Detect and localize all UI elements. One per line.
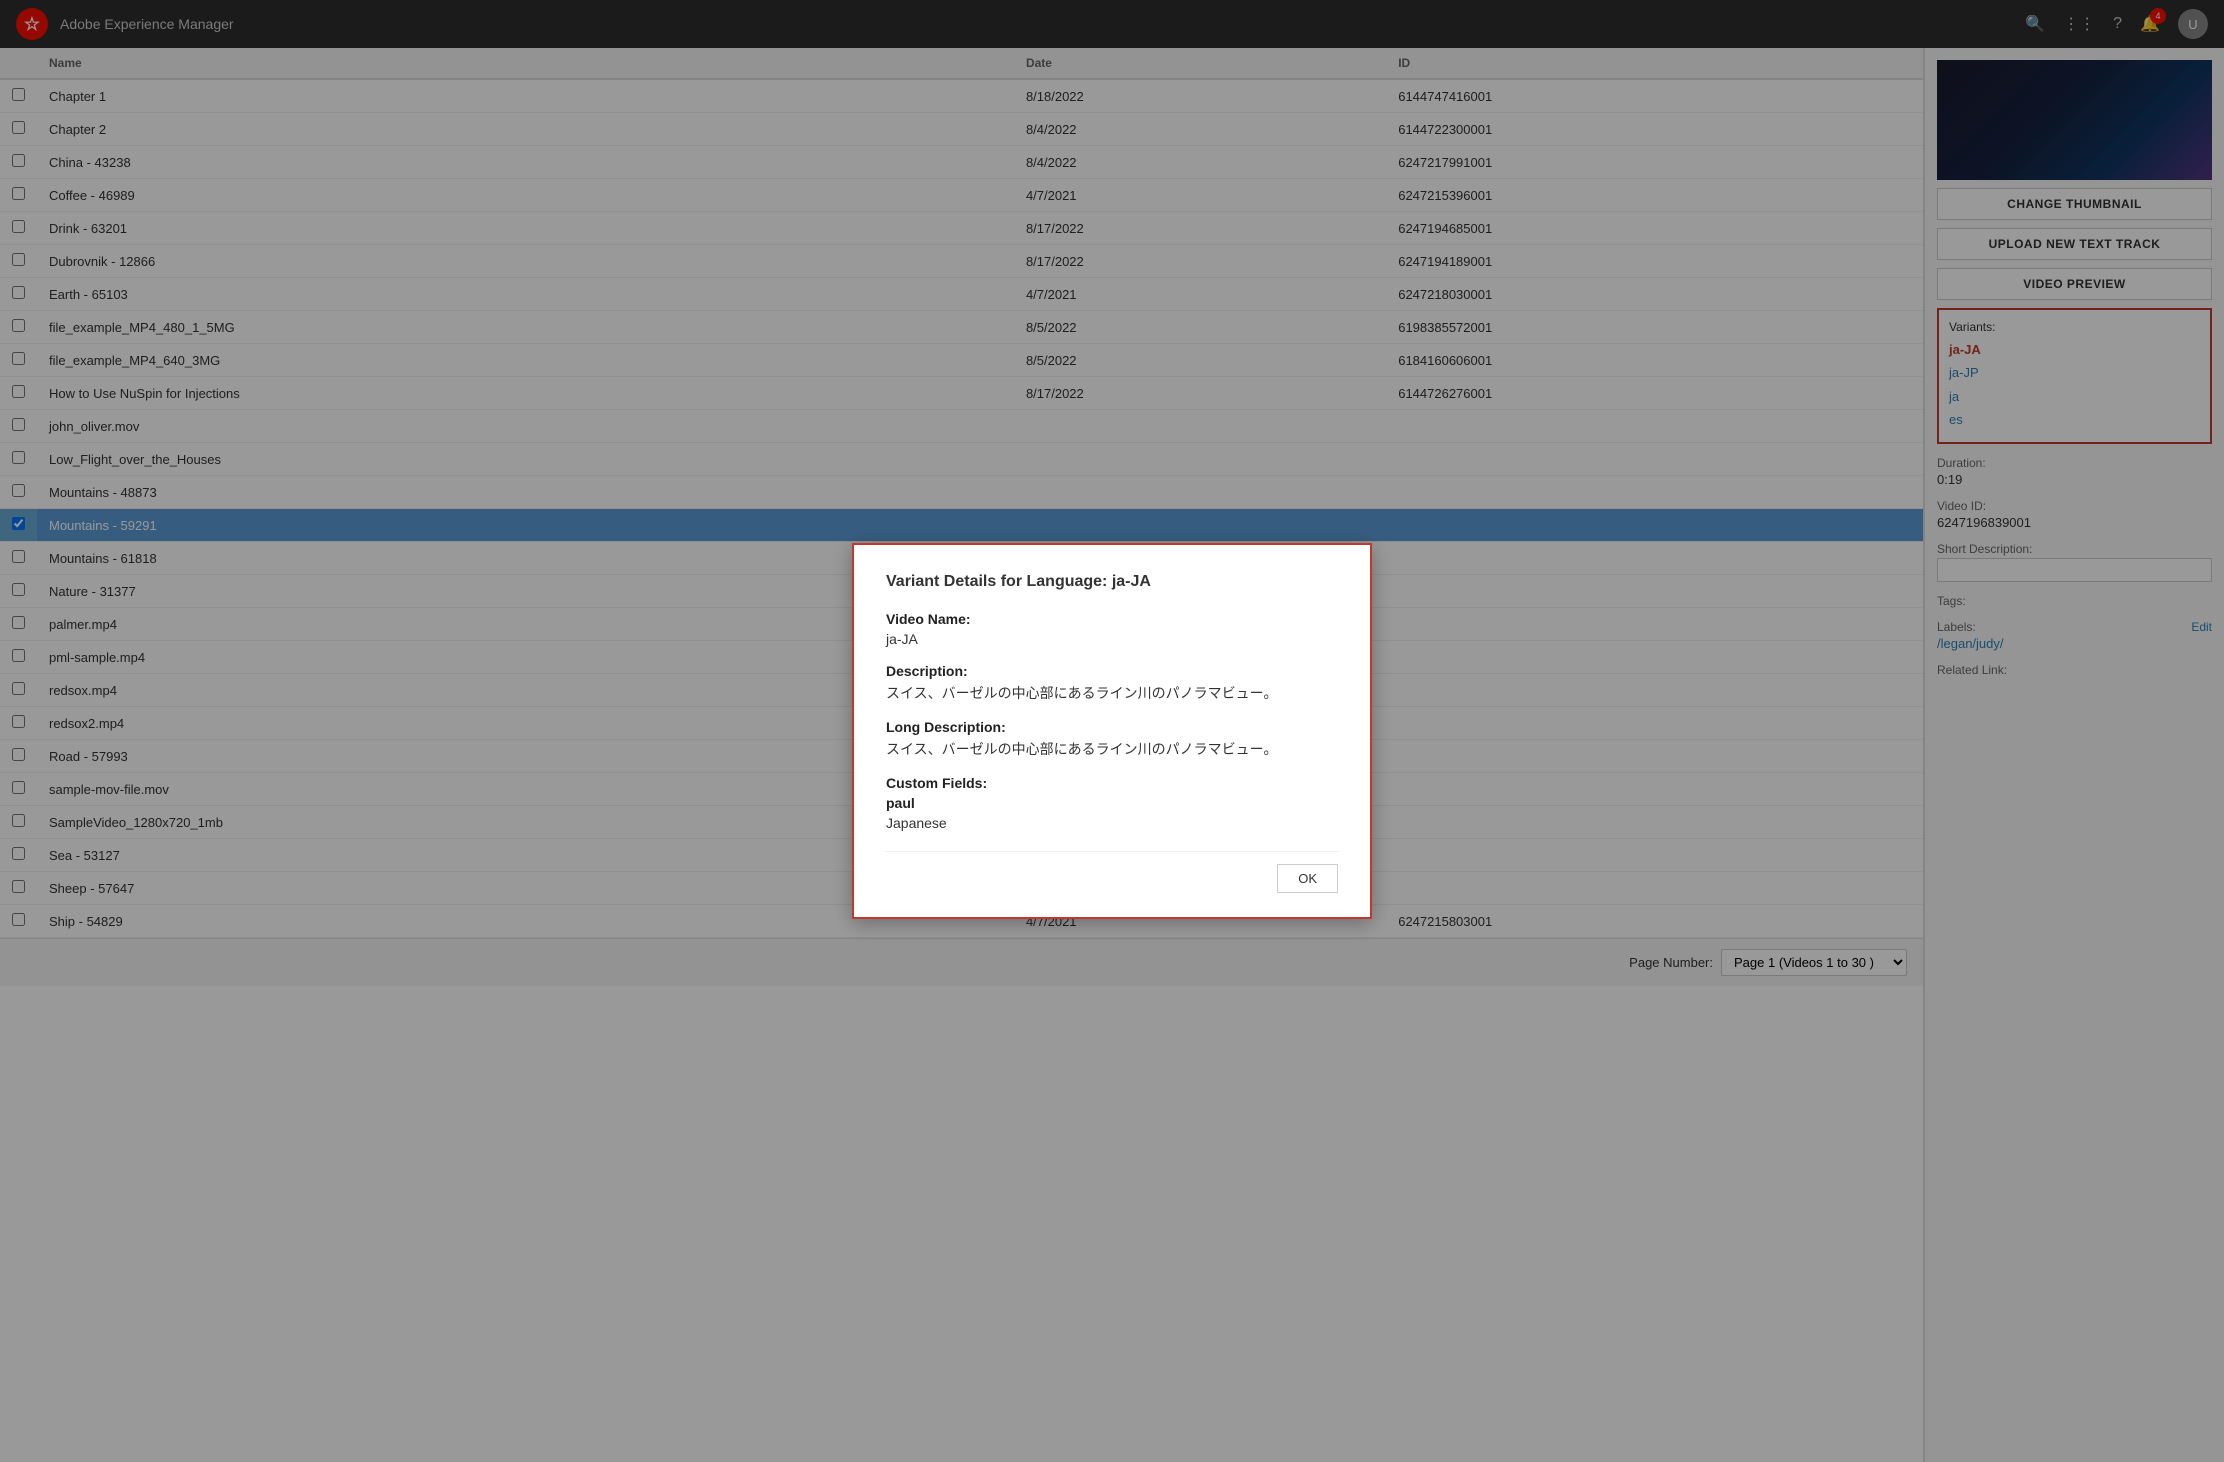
modal-ok-button[interactable]: OK — [1277, 864, 1338, 893]
long-description-label: Long Description: — [886, 719, 1338, 735]
video-name-value: ja-JA — [886, 631, 1338, 647]
modal-dialog: Variant Details for Language: ja-JA Vide… — [852, 543, 1372, 919]
modal-title: Variant Details for Language: ja-JA — [886, 573, 1338, 591]
modal-footer: OK — [886, 851, 1338, 893]
modal-overlay[interactable]: Variant Details for Language: ja-JA Vide… — [0, 0, 2224, 1462]
description-label: Description: — [886, 663, 1338, 679]
custom-field-name: paul — [886, 795, 1338, 811]
long-description-value: スイス、バーゼルの中心部にあるライン川のパノラマビュー。 — [886, 739, 1338, 759]
custom-field-value: Japanese — [886, 815, 1338, 831]
video-name-label: Video Name: — [886, 611, 1338, 627]
custom-fields-label: Custom Fields: — [886, 775, 1338, 791]
description-value: スイス、バーゼルの中心部にあるライン川のパノラマビュー。 — [886, 683, 1338, 703]
